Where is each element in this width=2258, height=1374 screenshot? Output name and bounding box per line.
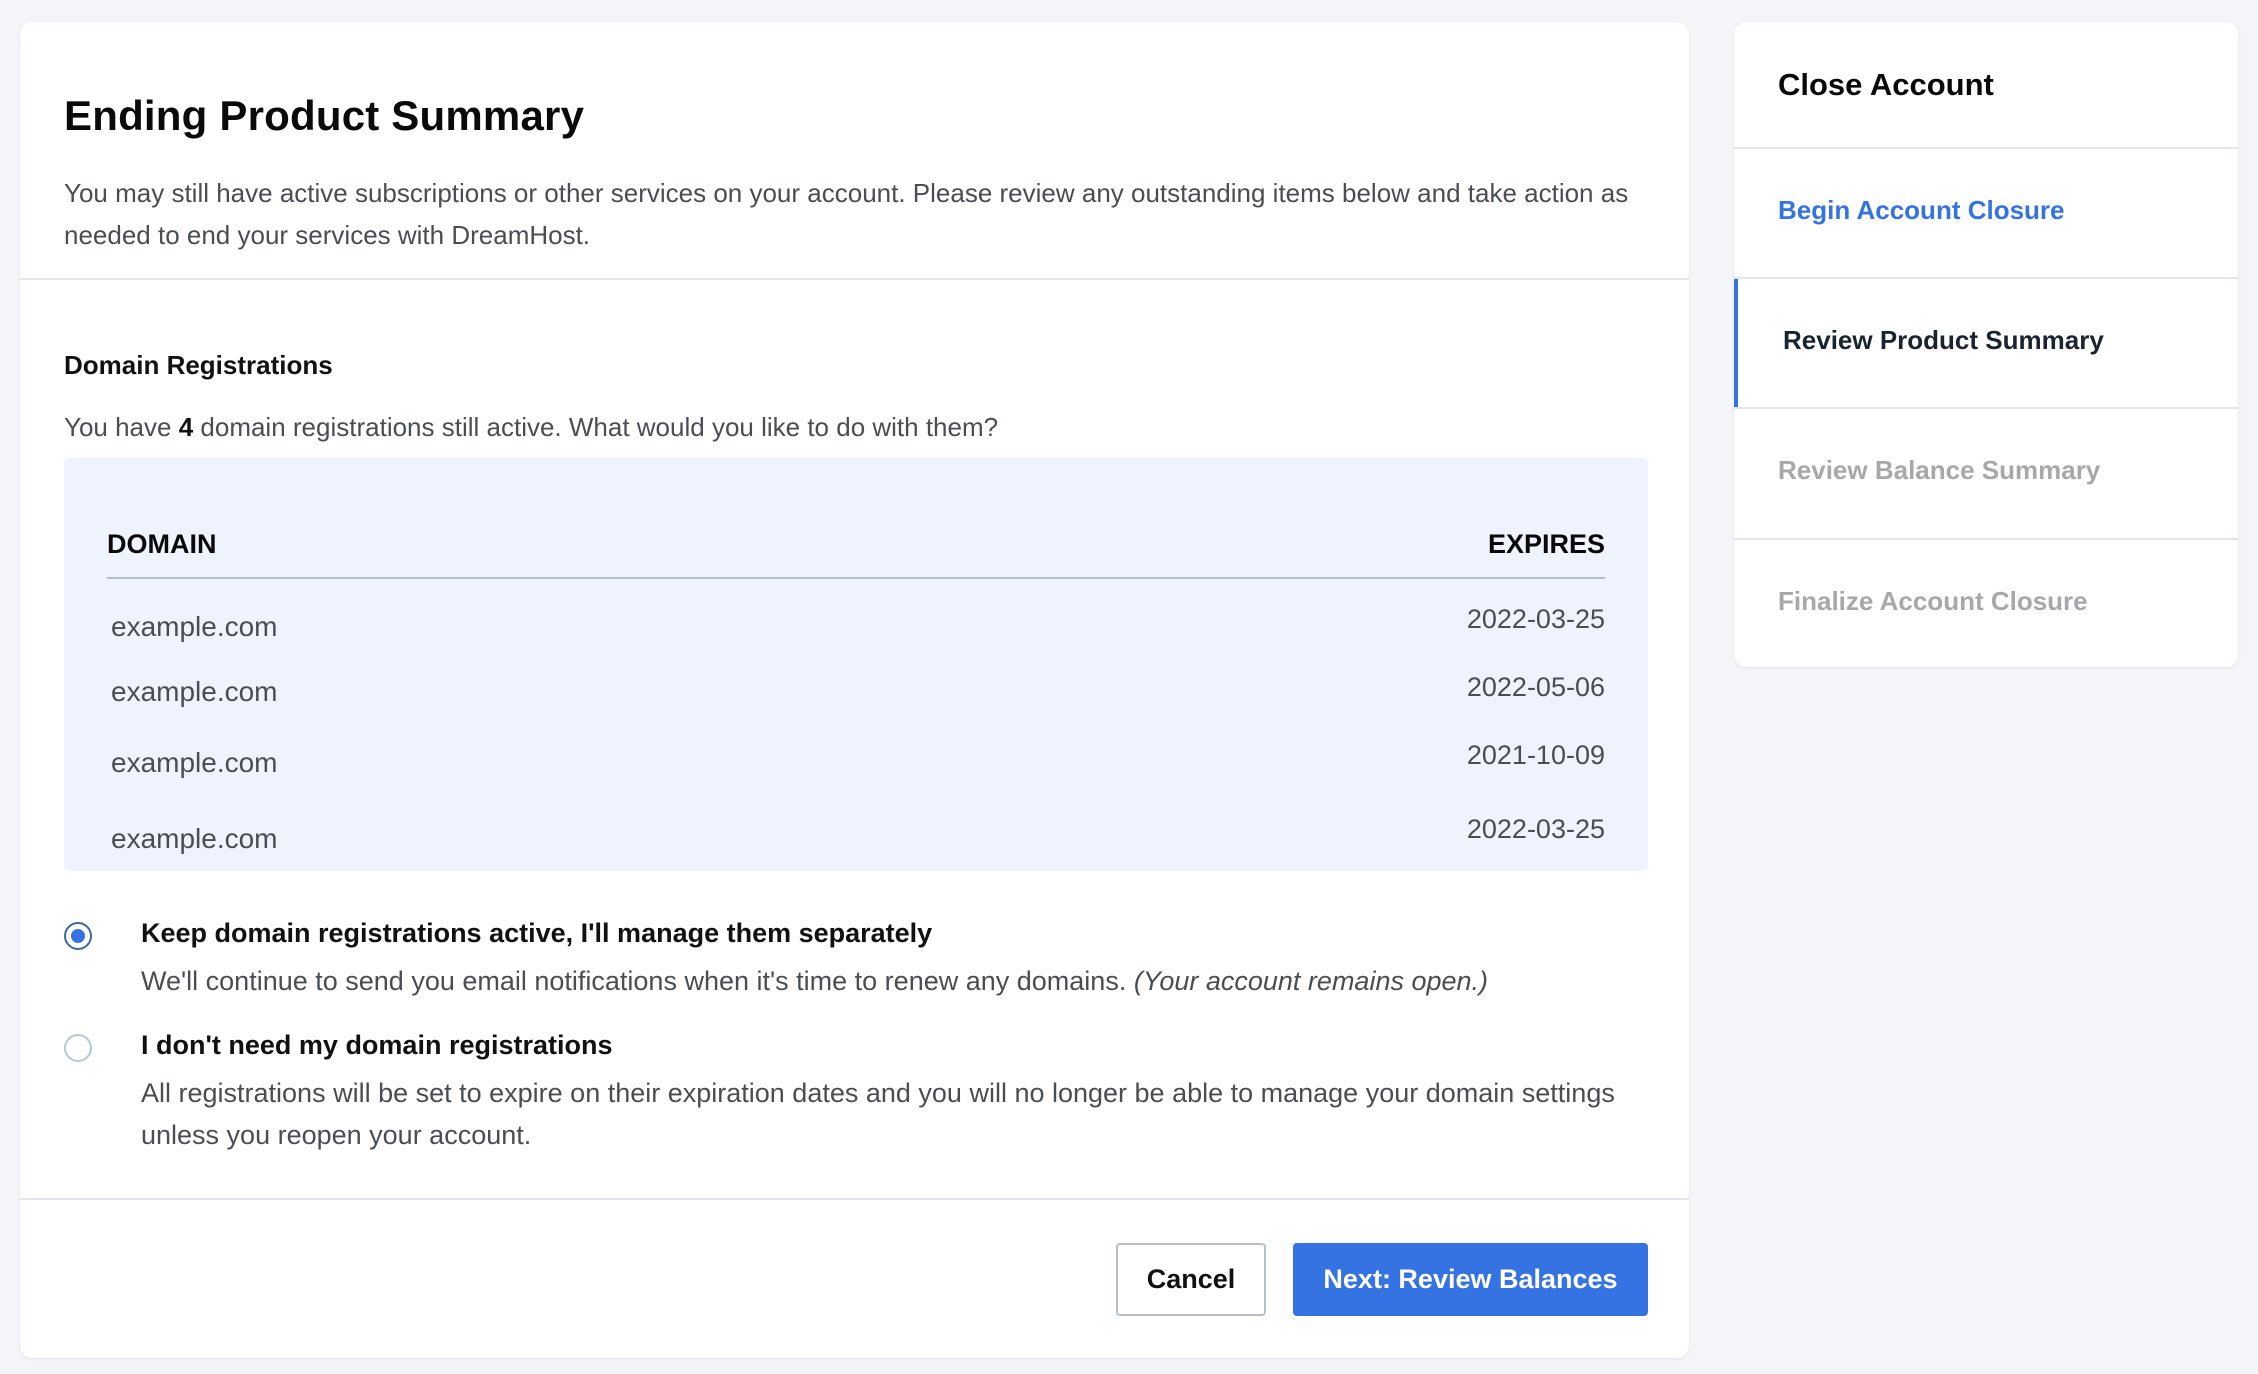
subtitle-prefix: You have [64,412,179,442]
option-label[interactable]: Keep domain registrations active, I'll m… [141,918,932,949]
column-header-expires: EXPIRES [1487,529,1605,559]
table-row: example.com 2022-03-25 [107,814,1605,854]
active-step-indicator [1734,279,1738,407]
option-desc-text: We'll continue to send you email notific… [141,966,1134,996]
step-label: Review Balance Summary [1778,455,2101,485]
option-description: We'll continue to send you email notific… [141,960,1661,1002]
option-note: (Your account remains open.) [1133,966,1489,996]
column-header-domain: DOMAIN [107,529,217,559]
step-label: Finalize Account Closure [1778,586,2088,616]
domain-count: 4 [178,412,194,442]
close-account-steps: Close Account Begin Account Closure Revi… [1734,22,2238,667]
expires-cell: 2022-03-25 [1466,814,1605,844]
subtitle-suffix: domain registrations still active. What … [193,412,999,442]
table-row: example.com 2022-03-25 [107,604,1605,644]
step-review-product-summary[interactable]: Review Product Summary [1734,279,2238,407]
step-label: Review Product Summary [1783,325,2104,355]
header-divider [20,278,1689,280]
expires-cell: 2022-03-25 [1466,604,1605,634]
ending-product-summary-card: Ending Product Summary You may still hav… [20,22,1689,1358]
domain-cell: example.com [111,611,278,642]
header-rule [107,577,1605,579]
section-subtitle: You have 4 domain registrations still ac… [64,412,998,443]
domain-cell: example.com [111,823,278,854]
step-review-balance-summary: Review Balance Summary [1734,409,2238,537]
page-title: Ending Product Summary [64,92,585,139]
step-label[interactable]: Begin Account Closure [1778,195,2065,226]
radio-release-domains[interactable] [64,1034,92,1062]
radio-keep-domains[interactable] [64,922,92,950]
intro-text: You may still have active subscriptions … [64,178,1629,250]
domain-cell: example.com [111,676,278,707]
table-row: example.com 2021-10-09 [107,740,1605,782]
table-row: example.com 2022-05-06 [107,672,1605,712]
step-finalize-account-closure: Finalize Account Closure [1734,540,2238,667]
domain-table: DOMAIN EXPIRES example.com 2022-03-25 ex… [64,458,1648,871]
footer-divider [20,1198,1689,1200]
sidebar-title: Close Account [1778,67,1994,102]
domain-cell: example.com [111,747,278,778]
cancel-button[interactable]: Cancel [1116,1243,1266,1316]
expires-cell: 2022-05-06 [1466,672,1605,702]
next-review-balances-button[interactable]: Next: Review Balances [1293,1243,1648,1316]
option-label[interactable]: I don't need my domain registrations [141,1030,613,1061]
step-begin-account-closure[interactable]: Begin Account Closure [1734,149,2238,277]
section-title: Domain Registrations [64,350,333,380]
expires-cell: 2021-10-09 [1466,740,1605,770]
option-description: All registrations will be set to expire … [141,1078,1615,1150]
